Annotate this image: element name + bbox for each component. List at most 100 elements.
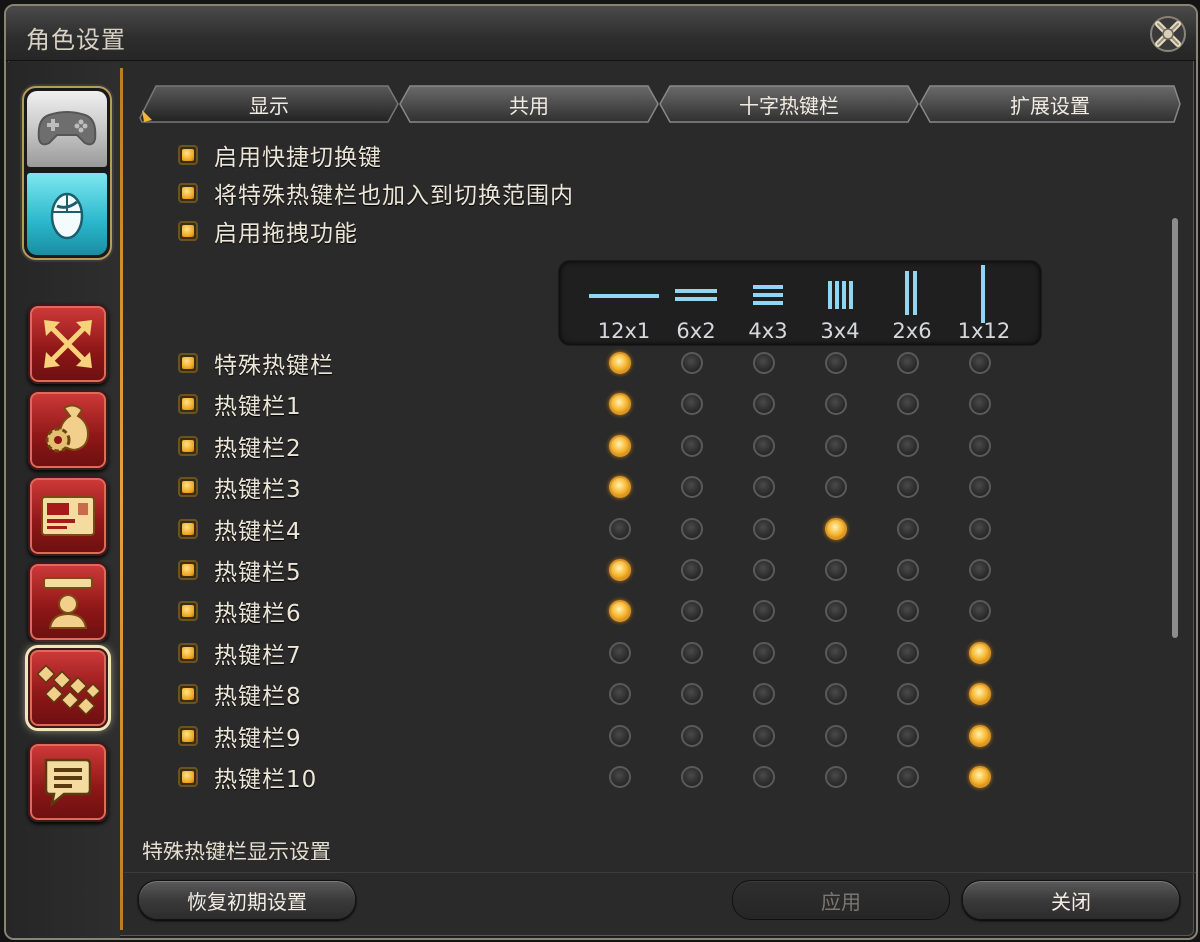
- hotbar-checkbox[interactable]: [178, 642, 198, 663]
- sidebar-item-chat-log[interactable]: [28, 742, 108, 822]
- layout-radio-1x12[interactable]: [969, 559, 991, 581]
- option-checkbox[interactable]: [178, 183, 198, 203]
- layout-radio-1x12[interactable]: [969, 641, 991, 664]
- layout-radio-12x1[interactable]: [609, 476, 631, 499]
- layout-radio-1x12[interactable]: [969, 600, 991, 623]
- hotbar-checkbox[interactable]: [178, 353, 198, 373]
- layout-radio-2x6[interactable]: [897, 600, 919, 623]
- layout-radio-4x3[interactable]: [753, 517, 775, 540]
- layout-radio-2x6[interactable]: [897, 476, 919, 499]
- layout-radio-6x2[interactable]: [681, 434, 703, 457]
- hotbar-checkbox[interactable]: [178, 725, 198, 746]
- layout-radio-2x6[interactable]: [897, 683, 919, 706]
- sidebar-item-hud-layout[interactable]: [28, 304, 108, 384]
- sidebar-item-party-list[interactable]: [28, 476, 108, 556]
- layout-radio-4x3[interactable]: [753, 393, 775, 416]
- layout-radio-2x6[interactable]: [897, 352, 919, 374]
- close-window-button[interactable]: [1148, 14, 1188, 54]
- layout-radio-12x1[interactable]: [609, 600, 631, 623]
- layout-radio-2x6[interactable]: [897, 766, 919, 788]
- layout-radio-12x1[interactable]: [609, 559, 631, 581]
- layout-radio-3x4[interactable]: [825, 683, 847, 706]
- tab-extended-settings[interactable]: 扩展设置: [918, 84, 1182, 124]
- layout-radio-12x1[interactable]: [609, 517, 631, 540]
- layout-radio-3x4[interactable]: [825, 352, 847, 374]
- layout-radio-1x12[interactable]: [969, 393, 991, 416]
- layout-radio-6x2[interactable]: [681, 517, 703, 540]
- layout-radio-6x2[interactable]: [681, 600, 703, 623]
- layout-radio-3x4[interactable]: [825, 724, 847, 747]
- layout-radio-4x3[interactable]: [753, 352, 775, 374]
- layout-radio-4x3[interactable]: [753, 600, 775, 623]
- layout-radio-12x1[interactable]: [609, 393, 631, 416]
- input-device-toggle[interactable]: [22, 86, 112, 260]
- vertical-scrollbar[interactable]: [1172, 218, 1178, 638]
- layout-radio-12x1[interactable]: [609, 352, 631, 374]
- layout-radio-12x1[interactable]: [609, 641, 631, 664]
- layout-radio-3x4[interactable]: [825, 559, 847, 581]
- option-checkbox[interactable]: [178, 221, 198, 241]
- layout-radio-1x12[interactable]: [969, 724, 991, 747]
- hotbar-row: 特殊热键栏: [178, 346, 1018, 380]
- mouse-mode[interactable]: [27, 173, 107, 255]
- layout-radio-1x12[interactable]: [969, 352, 991, 374]
- hotbar-checkbox[interactable]: [178, 477, 198, 498]
- layout-radio-4x3[interactable]: [753, 559, 775, 581]
- layout-radio-2x6[interactable]: [897, 641, 919, 664]
- hotbar-checkbox[interactable]: [178, 394, 198, 415]
- layout-radio-2x6[interactable]: [897, 559, 919, 581]
- hotbar-checkbox[interactable]: [178, 684, 198, 705]
- apply-button[interactable]: 应用: [732, 880, 950, 920]
- layout-radio-6x2[interactable]: [681, 352, 703, 374]
- layout-radio-6x2[interactable]: [681, 476, 703, 499]
- hotbar-checkbox[interactable]: [178, 435, 198, 456]
- hotbar-checkbox[interactable]: [178, 767, 198, 787]
- layout-radio-3x4[interactable]: [825, 476, 847, 499]
- layout-radio-6x2[interactable]: [681, 724, 703, 747]
- hotbar-checkbox[interactable]: [178, 518, 198, 539]
- layout-radio-4x3[interactable]: [753, 724, 775, 747]
- layout-radio-3x4[interactable]: [825, 641, 847, 664]
- layout-radio-2x6[interactable]: [897, 434, 919, 457]
- sidebar-item-hotbar[interactable]: [28, 648, 108, 728]
- hotbar-checkbox[interactable]: [178, 601, 198, 622]
- tab-shared[interactable]: 共用: [398, 84, 660, 124]
- layout-radio-2x6[interactable]: [897, 724, 919, 747]
- sidebar-item-item-settings[interactable]: [28, 390, 108, 470]
- layout-radio-4x3[interactable]: [753, 476, 775, 499]
- layout-radio-1x12[interactable]: [969, 517, 991, 540]
- tab-cross-hotbar[interactable]: 十字热键栏: [658, 84, 920, 124]
- layout-radio-4x3[interactable]: [753, 434, 775, 457]
- layout-radio-12x1[interactable]: [609, 766, 631, 788]
- layout-radio-2x6[interactable]: [897, 393, 919, 416]
- title-bar: 角色设置: [6, 6, 1196, 61]
- layout-radio-3x4[interactable]: [825, 766, 847, 788]
- layout-radio-4x3[interactable]: [753, 683, 775, 706]
- layout-radio-3x4[interactable]: [825, 600, 847, 623]
- close-button[interactable]: 关闭: [962, 880, 1180, 920]
- layout-radio-3x4[interactable]: [825, 517, 847, 540]
- tab-display[interactable]: 显示: [138, 84, 400, 124]
- layout-radio-3x4[interactable]: [825, 393, 847, 416]
- layout-radio-6x2[interactable]: [681, 559, 703, 581]
- layout-radio-12x1[interactable]: [609, 724, 631, 747]
- layout-radio-1x12[interactable]: [969, 476, 991, 499]
- layout-radio-1x12[interactable]: [969, 434, 991, 457]
- layout-radio-3x4[interactable]: [825, 434, 847, 457]
- layout-radio-1x12[interactable]: [969, 766, 991, 788]
- layout-radio-6x2[interactable]: [681, 393, 703, 416]
- layout-radio-4x3[interactable]: [753, 641, 775, 664]
- layout-radio-12x1[interactable]: [609, 434, 631, 457]
- layout-radio-2x6[interactable]: [897, 517, 919, 540]
- layout-radio-1x12[interactable]: [969, 683, 991, 706]
- gamepad-mode[interactable]: [27, 91, 107, 167]
- hotbar-checkbox[interactable]: [178, 560, 198, 580]
- layout-radio-6x2[interactable]: [681, 683, 703, 706]
- layout-radio-6x2[interactable]: [681, 766, 703, 788]
- layout-radio-6x2[interactable]: [681, 641, 703, 664]
- reset-defaults-button[interactable]: 恢复初期设置: [138, 880, 356, 920]
- sidebar-item-nameplate[interactable]: [28, 562, 108, 642]
- layout-radio-4x3[interactable]: [753, 766, 775, 788]
- layout-radio-12x1[interactable]: [609, 683, 631, 706]
- option-checkbox[interactable]: [178, 145, 198, 165]
